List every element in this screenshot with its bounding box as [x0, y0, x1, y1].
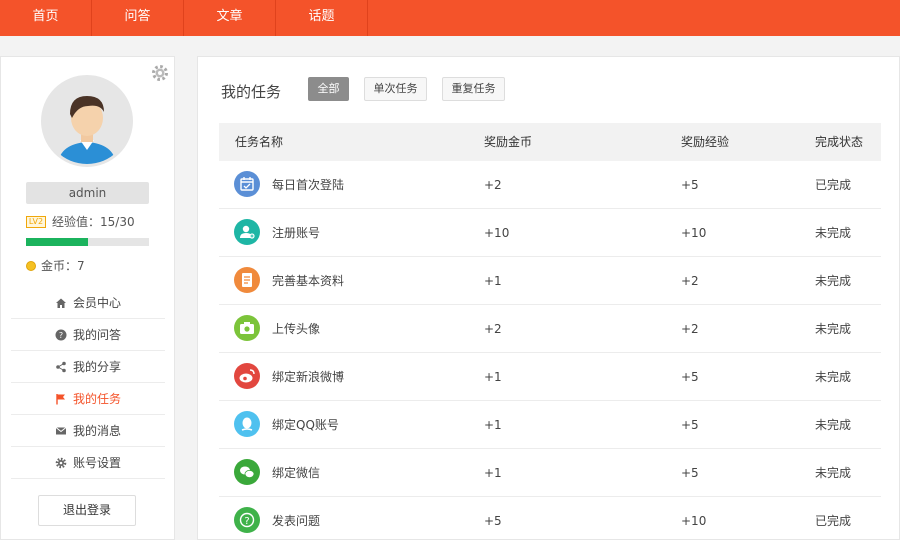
task-status: 未完成	[815, 370, 852, 384]
exp-progress-fill	[26, 238, 88, 246]
nav-topics[interactable]: 话题	[276, 0, 368, 36]
task-status: 未完成	[815, 466, 852, 480]
menu-item-label: 会员中心	[72, 296, 121, 310]
weibo-icon	[234, 363, 260, 389]
username: admin	[26, 182, 149, 204]
table-row[interactable]: 注册账号 +10 +10 未完成	[219, 209, 881, 257]
menu-item-label: 我的分享	[72, 360, 121, 374]
task-name: 上传头像	[272, 322, 321, 336]
task-status: 未完成	[815, 322, 852, 336]
task-exp: +2	[681, 274, 699, 288]
wechat-icon	[234, 459, 260, 485]
menu-item-account-settings[interactable]: 账号设置	[11, 447, 165, 479]
menu-item-my-shares[interactable]: 我的分享	[11, 351, 165, 383]
task-exp: +2	[681, 322, 699, 336]
nav-home[interactable]: 首页	[0, 0, 92, 36]
table-row[interactable]: 完善基本资料 +1 +2 未完成	[219, 257, 881, 305]
exp-info: LV2 经验值：15/30	[26, 213, 135, 230]
menu-item-my-tasks[interactable]: 我的任务	[11, 383, 165, 415]
menu-item-member-center[interactable]: 会员中心	[11, 287, 165, 319]
logout-button[interactable]: 退出登录	[38, 495, 136, 526]
level-badge: LV2	[26, 215, 46, 228]
task-status: 已完成	[815, 514, 852, 528]
table-row[interactable]: 绑定新浪微博 +1 +5 未完成	[219, 353, 881, 401]
task-name: 注册账号	[272, 226, 321, 240]
coin-text: 金币：7	[41, 259, 85, 273]
svg-text:?: ?	[244, 516, 249, 527]
user-sidebar: admin LV2 经验值：15/30 金币：7 会员中心 ? 我的问答 我的分…	[0, 56, 175, 540]
exp-text: 经验值：15/30	[52, 215, 135, 229]
exp-progress-bar	[26, 238, 149, 246]
task-status: 已完成	[815, 178, 852, 192]
task-status: 未完成	[815, 226, 852, 240]
task-name: 绑定微信	[272, 466, 321, 480]
table-row[interactable]: 绑定微信 +1 +5 未完成	[219, 449, 881, 497]
task-coins: +1	[484, 370, 502, 384]
top-nav: 首页 问答 文章 话题	[0, 0, 900, 36]
column-header-status: 完成状态	[815, 135, 864, 149]
nav-articles[interactable]: 文章	[184, 0, 276, 36]
task-name: 绑定新浪微博	[272, 370, 345, 384]
flag-icon	[55, 393, 67, 405]
task-exp: +5	[681, 418, 699, 432]
table-row[interactable]: 上传头像 +2 +2 未完成	[219, 305, 881, 353]
task-coins: +2	[484, 178, 502, 192]
task-name: 发表问题	[272, 514, 321, 528]
tab-all[interactable]: 全部	[308, 77, 349, 101]
column-header-coins: 奖励金币	[484, 135, 533, 149]
home-icon	[55, 297, 67, 309]
task-status: 未完成	[815, 418, 852, 432]
avatar[interactable]	[41, 75, 133, 167]
mail-icon	[55, 425, 67, 437]
table-header: 任务名称 奖励金币 奖励经验 完成状态	[219, 123, 881, 161]
menu-item-label: 账号设置	[72, 456, 121, 470]
table-row[interactable]: 绑定QQ账号 +1 +5 未完成	[219, 401, 881, 449]
sidebar-menu: 会员中心 ? 我的问答 我的分享 我的任务 我的消息 账号设置	[11, 287, 165, 479]
share-icon	[55, 361, 67, 373]
camera-icon	[234, 315, 260, 341]
coin-info: 金币：7	[26, 257, 85, 274]
column-header-exp: 奖励经验	[681, 135, 730, 149]
menu-item-label: 我的任务	[72, 392, 121, 406]
menu-item-my-qa[interactable]: ? 我的问答	[11, 319, 165, 351]
task-coins: +1	[484, 466, 502, 480]
calendar-icon	[234, 171, 260, 197]
table-row[interactable]: ? 发表问题 +5 +10 已完成	[219, 497, 881, 540]
task-name: 完善基本资料	[272, 274, 345, 288]
task-exp: +5	[681, 178, 699, 192]
task-exp: +5	[681, 466, 699, 480]
document-icon	[234, 267, 260, 293]
task-exp: +5	[681, 370, 699, 384]
menu-item-my-messages[interactable]: 我的消息	[11, 415, 165, 447]
task-coins: +10	[484, 226, 510, 240]
question-icon: ?	[234, 507, 260, 533]
qq-icon	[234, 411, 260, 437]
task-exp: +10	[681, 226, 707, 240]
user-add-icon	[234, 219, 260, 245]
task-exp: +10	[681, 514, 707, 528]
question-icon: ?	[55, 329, 67, 341]
tab-single[interactable]: 单次任务	[364, 77, 427, 101]
task-coins: +5	[484, 514, 502, 528]
table-row[interactable]: 每日首次登陆 +2 +5 已完成	[219, 161, 881, 209]
column-header-name: 任务名称	[235, 135, 284, 149]
coin-icon	[26, 260, 36, 271]
gear-icon	[55, 457, 67, 469]
page-title: 我的任务	[221, 83, 282, 101]
task-coins: +2	[484, 322, 502, 336]
menu-item-label: 我的消息	[72, 424, 121, 438]
task-coins: +1	[484, 274, 502, 288]
tasks-panel: 我的任务 全部 单次任务 重复任务 任务名称 奖励金币 奖励经验 完成状态 每日…	[197, 56, 900, 540]
task-coins: +1	[484, 418, 502, 432]
menu-item-label: 我的问答	[72, 328, 121, 342]
tab-repeat[interactable]: 重复任务	[442, 77, 505, 101]
task-name: 每日首次登陆	[272, 178, 345, 192]
task-name: 绑定QQ账号	[272, 418, 339, 432]
nav-qa[interactable]: 问答	[92, 0, 184, 36]
gear-icon[interactable]	[150, 63, 170, 83]
task-status: 未完成	[815, 274, 852, 288]
svg-text:?: ?	[59, 331, 63, 340]
